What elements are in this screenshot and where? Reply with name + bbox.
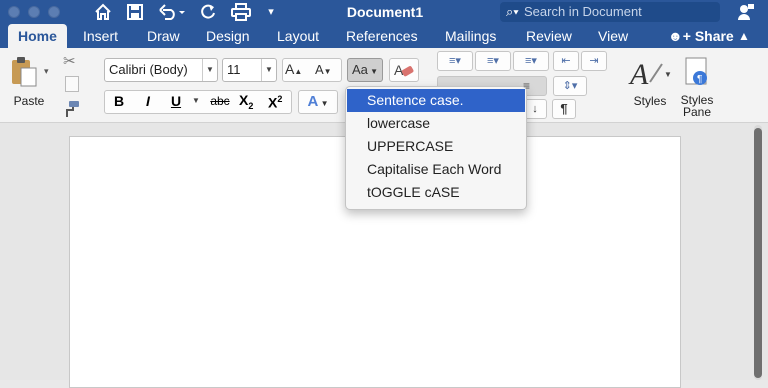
cut-icon[interactable]: ✂ <box>63 52 76 70</box>
share-label: Share <box>694 28 734 44</box>
tab-home[interactable]: Home <box>8 24 67 48</box>
show-formatting-marks-button[interactable]: ¶ <box>552 99 576 119</box>
tab-view[interactable]: View <box>598 24 628 48</box>
collapse-ribbon-icon[interactable]: ▲ <box>736 24 752 48</box>
tab-review[interactable]: Review <box>526 24 572 48</box>
subscript-button[interactable]: X2 <box>239 92 261 111</box>
paste-dropdown-icon[interactable]: ▾ <box>44 66 49 77</box>
increase-indent-button[interactable]: ⇥ <box>581 51 607 71</box>
share-button[interactable]: ☻+ Share <box>668 24 734 48</box>
underline-button[interactable]: U <box>165 93 187 111</box>
shrink-font-label: A <box>315 62 324 77</box>
grow-font-button[interactable]: A▲ <box>285 61 311 79</box>
clear-formatting-button[interactable]: A <box>389 58 419 82</box>
bullets-button[interactable]: ≡▾ <box>437 51 473 71</box>
decrease-indent-button[interactable]: ⇤ <box>553 51 579 71</box>
tab-draw[interactable]: Draw <box>147 24 180 48</box>
styles-label: Styles <box>633 94 667 108</box>
font-size-select[interactable]: 11 ▼ <box>222 58 277 82</box>
font-size-value: 11 <box>227 62 241 77</box>
change-case-button[interactable]: Aa ▼ <box>347 58 383 82</box>
tab-mailings[interactable]: Mailings <box>445 24 496 48</box>
shrink-font-button[interactable]: A▼ <box>315 62 341 80</box>
font-size-dropdown-icon: ▼ <box>261 59 276 81</box>
search-field[interactable]: ⌕▾ Search in Document <box>500 2 720 22</box>
shrink-arrow-icon: ▼ <box>323 67 332 76</box>
menu-item-lowercase[interactable]: lowercase <box>347 112 525 135</box>
eraser-icon: A <box>394 62 414 78</box>
svg-text:A: A <box>628 58 649 90</box>
paste-label: Paste <box>13 94 45 108</box>
menu-item-sentence-case[interactable]: Sentence case. <box>347 89 525 112</box>
paste-icon[interactable] <box>10 56 40 88</box>
add-person-icon: ☻+ <box>668 28 691 44</box>
menu-item-toggle-case[interactable]: tOGGLE cASE <box>347 181 525 204</box>
grow-arrow-icon: ▲ <box>294 67 303 76</box>
change-case-dropdown-icon: ▼ <box>367 67 379 76</box>
font-family-select[interactable]: Calibri (Body) ▼ <box>104 58 218 82</box>
zoom-window-button[interactable] <box>48 6 60 18</box>
minimize-window-button[interactable] <box>28 6 40 18</box>
close-window-button[interactable] <box>8 6 20 18</box>
font-family-value: Calibri (Body) <box>109 62 188 77</box>
svg-text:¶: ¶ <box>697 74 702 85</box>
tab-insert[interactable]: Insert <box>83 24 118 48</box>
format-painter-icon[interactable] <box>62 100 80 118</box>
italic-button[interactable]: I <box>137 93 159 111</box>
search-placeholder: Search in Document <box>524 4 642 19</box>
bold-button[interactable]: B <box>108 93 130 111</box>
menu-item-capitalise-each-word[interactable]: Capitalise Each Word <box>347 158 525 181</box>
font-family-dropdown-icon: ▼ <box>202 59 217 81</box>
customize-toolbar-icon[interactable]: ▾ <box>264 0 278 24</box>
search-icon: ⌕▾ <box>506 4 519 19</box>
scrollbar-thumb[interactable] <box>754 128 762 378</box>
styles-pane-icon[interactable]: ¶ <box>684 56 710 88</box>
styles-icon[interactable]: A <box>628 56 664 91</box>
svg-text:A: A <box>394 62 404 78</box>
styles-pane-label: Styles Pane <box>676 94 718 118</box>
menu-item-uppercase[interactable]: UPPERCASE <box>347 135 525 158</box>
text-effects-dropdown-icon: ▼ <box>318 99 329 108</box>
line-spacing-button[interactable]: ⇕▾ <box>553 76 587 96</box>
text-effects-button[interactable]: A ▼ <box>298 90 338 114</box>
strikethrough-button[interactable]: abc <box>206 94 234 112</box>
window-title: Document1 <box>346 4 424 20</box>
tab-layout[interactable]: Layout <box>277 24 319 48</box>
subscript-small-label: 2 <box>248 100 254 111</box>
change-case-menu: Sentence case. lowercase UPPERCASE Capit… <box>345 86 527 210</box>
text-effects-icon: A <box>307 93 319 110</box>
styles-pane-label-line2: Pane <box>682 105 712 119</box>
subscript-label: X <box>239 92 249 108</box>
grow-font-label: A <box>285 61 295 77</box>
tab-references[interactable]: References <box>346 24 418 48</box>
styles-dropdown-icon[interactable]: ▼ <box>664 70 672 79</box>
multilevel-list-button[interactable]: ≡▾ <box>513 51 549 71</box>
underline-dropdown-icon[interactable]: ▼ <box>192 96 200 105</box>
change-case-label: Aa <box>351 62 368 77</box>
tab-design[interactable]: Design <box>206 24 250 48</box>
numbering-button[interactable]: ≡▾ <box>475 51 511 71</box>
superscript-small-label: 2 <box>277 94 283 104</box>
copy-icon[interactable] <box>65 76 79 92</box>
superscript-label: X <box>268 94 278 111</box>
superscript-button[interactable]: X2 <box>268 94 290 112</box>
